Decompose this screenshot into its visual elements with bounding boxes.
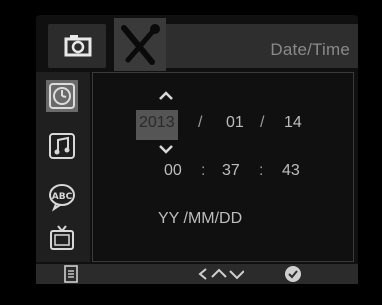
chevron-up-icon: [159, 91, 173, 100]
chevron-down-icon: [159, 145, 173, 154]
tab-bar: Date/Time: [36, 18, 358, 71]
list-icon: [64, 265, 78, 283]
sidebar-item-datetime[interactable]: [46, 80, 78, 112]
day-field[interactable]: 14: [284, 114, 302, 132]
check-circle-icon: [285, 266, 301, 282]
page-title: Date/Time: [270, 40, 350, 59]
second-field[interactable]: 43: [282, 162, 300, 180]
month-field[interactable]: 01: [226, 114, 244, 132]
clock-icon: [49, 83, 75, 109]
year-field[interactable]: 2013: [139, 114, 175, 132]
title-bar: Date/Time: [166, 24, 358, 68]
nav-keys[interactable]: [198, 266, 245, 287]
menu-button[interactable]: [64, 265, 78, 288]
date-format-selector[interactable]: YY /MM/DD: [158, 210, 242, 228]
tab-camera[interactable]: [48, 24, 106, 68]
time-separator: :: [201, 162, 206, 179]
tv-icon: [50, 225, 74, 250]
music-note-icon: [49, 133, 75, 159]
increment-arrow[interactable]: [158, 88, 174, 104]
svg-text:ABC: ABC: [52, 192, 73, 202]
minute-field[interactable]: 37: [222, 162, 240, 180]
nav-arrows-icon: [198, 268, 245, 280]
abc-bubble-icon: ABC: [49, 184, 75, 212]
confirm-button[interactable]: [284, 265, 302, 288]
date-separator: /: [260, 114, 265, 131]
tab-setup[interactable]: [114, 18, 166, 71]
camera-icon: [64, 35, 92, 57]
sidebar-item-sound[interactable]: [46, 130, 78, 162]
hour-field[interactable]: 00: [164, 162, 182, 180]
bottom-bar: [36, 264, 358, 284]
sidebar-item-language[interactable]: ABC: [46, 180, 78, 212]
decrement-arrow[interactable]: [158, 141, 174, 157]
time-separator: :: [259, 162, 264, 179]
sidebar-item-tv[interactable]: [46, 222, 78, 254]
date-separator: /: [198, 114, 203, 131]
wrench-screwdriver-icon: [121, 24, 160, 65]
sidebar: ABC: [36, 72, 90, 262]
